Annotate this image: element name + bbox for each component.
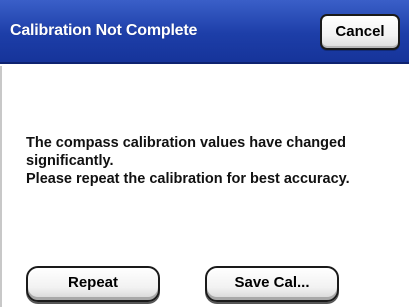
calibration-dialog: Calibration Not Complete Cancel The comp… [0, 0, 409, 307]
save-cal-button[interactable]: Save Cal... [205, 266, 339, 302]
left-divider [0, 66, 2, 307]
dialog-titlebar: Calibration Not Complete Cancel [0, 0, 409, 64]
message-line-3: Please repeat the calibration for best a… [26, 171, 350, 187]
cancel-button[interactable]: Cancel [320, 14, 400, 50]
dialog-message: The compass calibration values have chan… [26, 134, 406, 188]
repeat-button[interactable]: Repeat [26, 266, 160, 302]
message-line-2: significantly. [26, 153, 114, 169]
message-line-1: The compass calibration values have chan… [26, 135, 346, 151]
dialog-title: Calibration Not Complete [10, 22, 198, 39]
